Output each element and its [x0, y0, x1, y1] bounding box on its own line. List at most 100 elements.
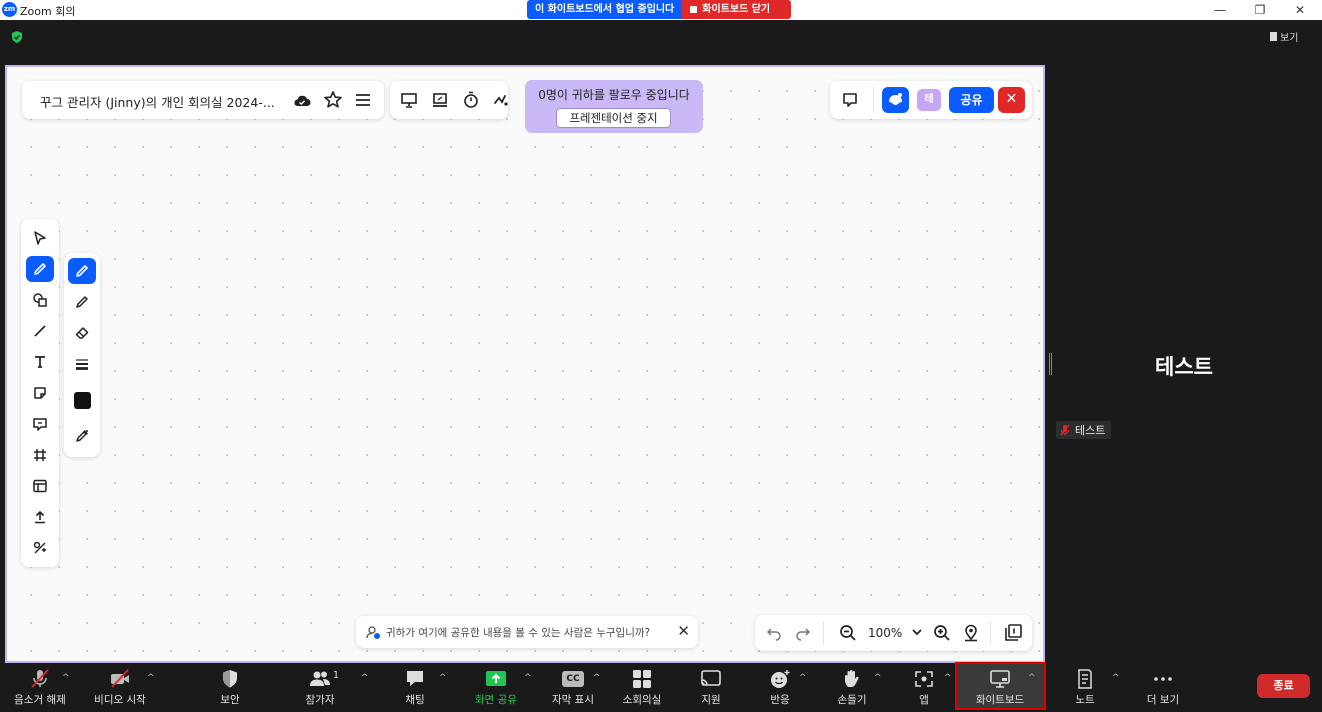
restore-button[interactable]: ❐: [1240, 0, 1280, 20]
muted-mic-icon: [1060, 424, 1070, 436]
frame-tool[interactable]: [26, 442, 54, 468]
share-options-caret-icon[interactable]: ^: [524, 673, 532, 683]
breakout-rooms-label: 소회의실: [622, 694, 662, 706]
close-whiteboard-x-button[interactable]: ✕: [998, 87, 1025, 113]
whiteboard-canvas[interactable]: 꾸그 관리자 (Jinny)의 개인 회의실 2024-... 0명이 귀하를 …: [5, 65, 1045, 663]
zoom-in-icon[interactable]: [932, 623, 952, 643]
zoom-level-value[interactable]: 100%: [868, 626, 902, 640]
whiteboard-button[interactable]: 화이트보드: [968, 663, 1032, 712]
reaction-emoji-icon: [771, 670, 790, 688]
stop-icon: [690, 6, 698, 13]
ai-companion-button[interactable]: [882, 87, 909, 113]
hamburger-menu-icon[interactable]: [353, 90, 373, 110]
participants-button[interactable]: 1 참가자: [295, 663, 345, 712]
frame-icon: [34, 449, 46, 461]
user-avatar[interactable]: 테: [917, 89, 941, 111]
comment-tool[interactable]: [26, 411, 54, 437]
breakout-rooms-icon: [633, 670, 651, 688]
locate-pin-icon[interactable]: [961, 623, 981, 643]
notes-options-caret-icon[interactable]: ^: [1112, 673, 1120, 683]
laser-pointer-icon[interactable]: [430, 90, 450, 110]
more-button[interactable]: 더 보기: [1138, 663, 1188, 712]
zoom-logo-icon: zm: [2, 2, 17, 17]
security-button[interactable]: 보안: [205, 663, 255, 712]
pages-icon[interactable]: [1003, 622, 1024, 643]
participants-options-caret-icon[interactable]: ^: [361, 673, 369, 683]
more-tools-icon: [33, 541, 46, 554]
timer-icon[interactable]: [461, 90, 481, 110]
chevron-down-icon[interactable]: [911, 626, 923, 638]
stroke-width-icon: [76, 359, 88, 370]
share-button[interactable]: 공유: [949, 87, 994, 113]
unmute-button[interactable]: 음소거 해제: [8, 663, 72, 712]
muted-microphone-icon: [31, 669, 49, 688]
eyedropper-option[interactable]: [68, 423, 96, 449]
pen-option[interactable]: [68, 258, 96, 284]
cursor-arrow-icon: [34, 231, 46, 245]
encryption-shield-icon[interactable]: [10, 30, 24, 44]
reactions-button[interactable]: 반응: [755, 663, 805, 712]
audio-options-caret-icon[interactable]: ^: [62, 673, 70, 683]
support-button[interactable]: 지원: [686, 663, 736, 712]
security-shield-icon: [223, 670, 237, 688]
eraser-icon: [75, 327, 89, 339]
whiteboard-icon: [990, 670, 1010, 688]
stop-presentation-button[interactable]: 프레젠테이션 중지: [556, 108, 671, 128]
pen-tool[interactable]: [26, 256, 54, 282]
zoom-out-icon[interactable]: [838, 623, 858, 643]
text-tool[interactable]: [26, 349, 54, 375]
close-whiteboard-button[interactable]: 화이트보드 닫기: [682, 0, 791, 19]
captions-button[interactable]: CC 자막 표시: [547, 663, 599, 712]
sticky-note-tool[interactable]: [26, 380, 54, 406]
apps-label: 앱: [919, 694, 929, 706]
apps-button[interactable]: 앱: [899, 663, 949, 712]
notice-close-icon[interactable]: ✕: [677, 622, 690, 640]
raise-hand-button[interactable]: 손들기: [827, 663, 877, 712]
undo-icon[interactable]: [765, 624, 783, 642]
eraser-option[interactable]: [68, 320, 96, 346]
apps-options-caret-icon[interactable]: ^: [944, 673, 952, 683]
closed-captions-icon: CC: [562, 671, 584, 687]
line-tool[interactable]: [26, 318, 54, 344]
select-tool[interactable]: [26, 225, 54, 251]
breakout-rooms-button[interactable]: 소회의실: [617, 663, 667, 712]
cloud-saved-icon[interactable]: [292, 91, 312, 111]
raise-hand-icon: [845, 670, 859, 687]
stroke-width-option[interactable]: [68, 351, 96, 377]
view-label: 보기: [1280, 32, 1299, 44]
view-menu-button[interactable]: 보기: [1270, 28, 1298, 44]
chat-button[interactable]: 채팅: [390, 663, 440, 712]
support-label: 지원: [701, 694, 721, 706]
whiteboard-options-caret-icon[interactable]: ^: [1028, 673, 1036, 683]
comment-icon: [33, 418, 47, 431]
more-dots-icon: [1154, 677, 1172, 681]
pencil-option[interactable]: [68, 289, 96, 315]
end-meeting-button[interactable]: 종료: [1257, 674, 1310, 698]
redo-icon[interactable]: [794, 624, 812, 642]
panel-resize-handle[interactable]: [1049, 353, 1052, 375]
ai-companion-icon: [889, 93, 902, 105]
start-video-button[interactable]: 비디오 시작: [88, 663, 152, 712]
sharing-notice-text[interactable]: 귀하가 여기에 공유한 내용을 볼 수 있는 사람은 누구입니까?: [386, 625, 650, 640]
share-screen-button[interactable]: 화면 공유: [470, 663, 522, 712]
close-window-button[interactable]: ✕: [1280, 0, 1320, 20]
minimize-button[interactable]: —: [1200, 0, 1240, 20]
document-title-card: 꾸그 관리자 (Jinny)의 개인 회의실 2024-...: [22, 81, 384, 119]
document-title[interactable]: 꾸그 관리자 (Jinny)의 개인 회의실 2024-...: [40, 92, 275, 111]
reactions-options-caret-icon[interactable]: ^: [799, 673, 807, 683]
color-option[interactable]: [68, 387, 96, 413]
comments-icon[interactable]: [840, 91, 860, 109]
raise-hand-options-caret-icon[interactable]: ^: [874, 673, 882, 683]
presentation-icon[interactable]: [399, 90, 419, 110]
chat-options-caret-icon[interactable]: ^: [439, 673, 447, 683]
captions-options-caret-icon[interactable]: ^: [593, 673, 601, 683]
star-icon[interactable]: [323, 90, 343, 110]
upload-tool[interactable]: [26, 504, 54, 530]
follow-me-icon[interactable]: [491, 90, 511, 110]
template-tool[interactable]: [26, 473, 54, 499]
shapes-tool[interactable]: [26, 287, 54, 313]
more-tools[interactable]: [26, 535, 54, 561]
video-options-caret-icon[interactable]: ^: [147, 673, 155, 683]
unmute-label: 음소거 해제: [14, 694, 66, 706]
notes-button[interactable]: 노트: [1060, 663, 1110, 712]
